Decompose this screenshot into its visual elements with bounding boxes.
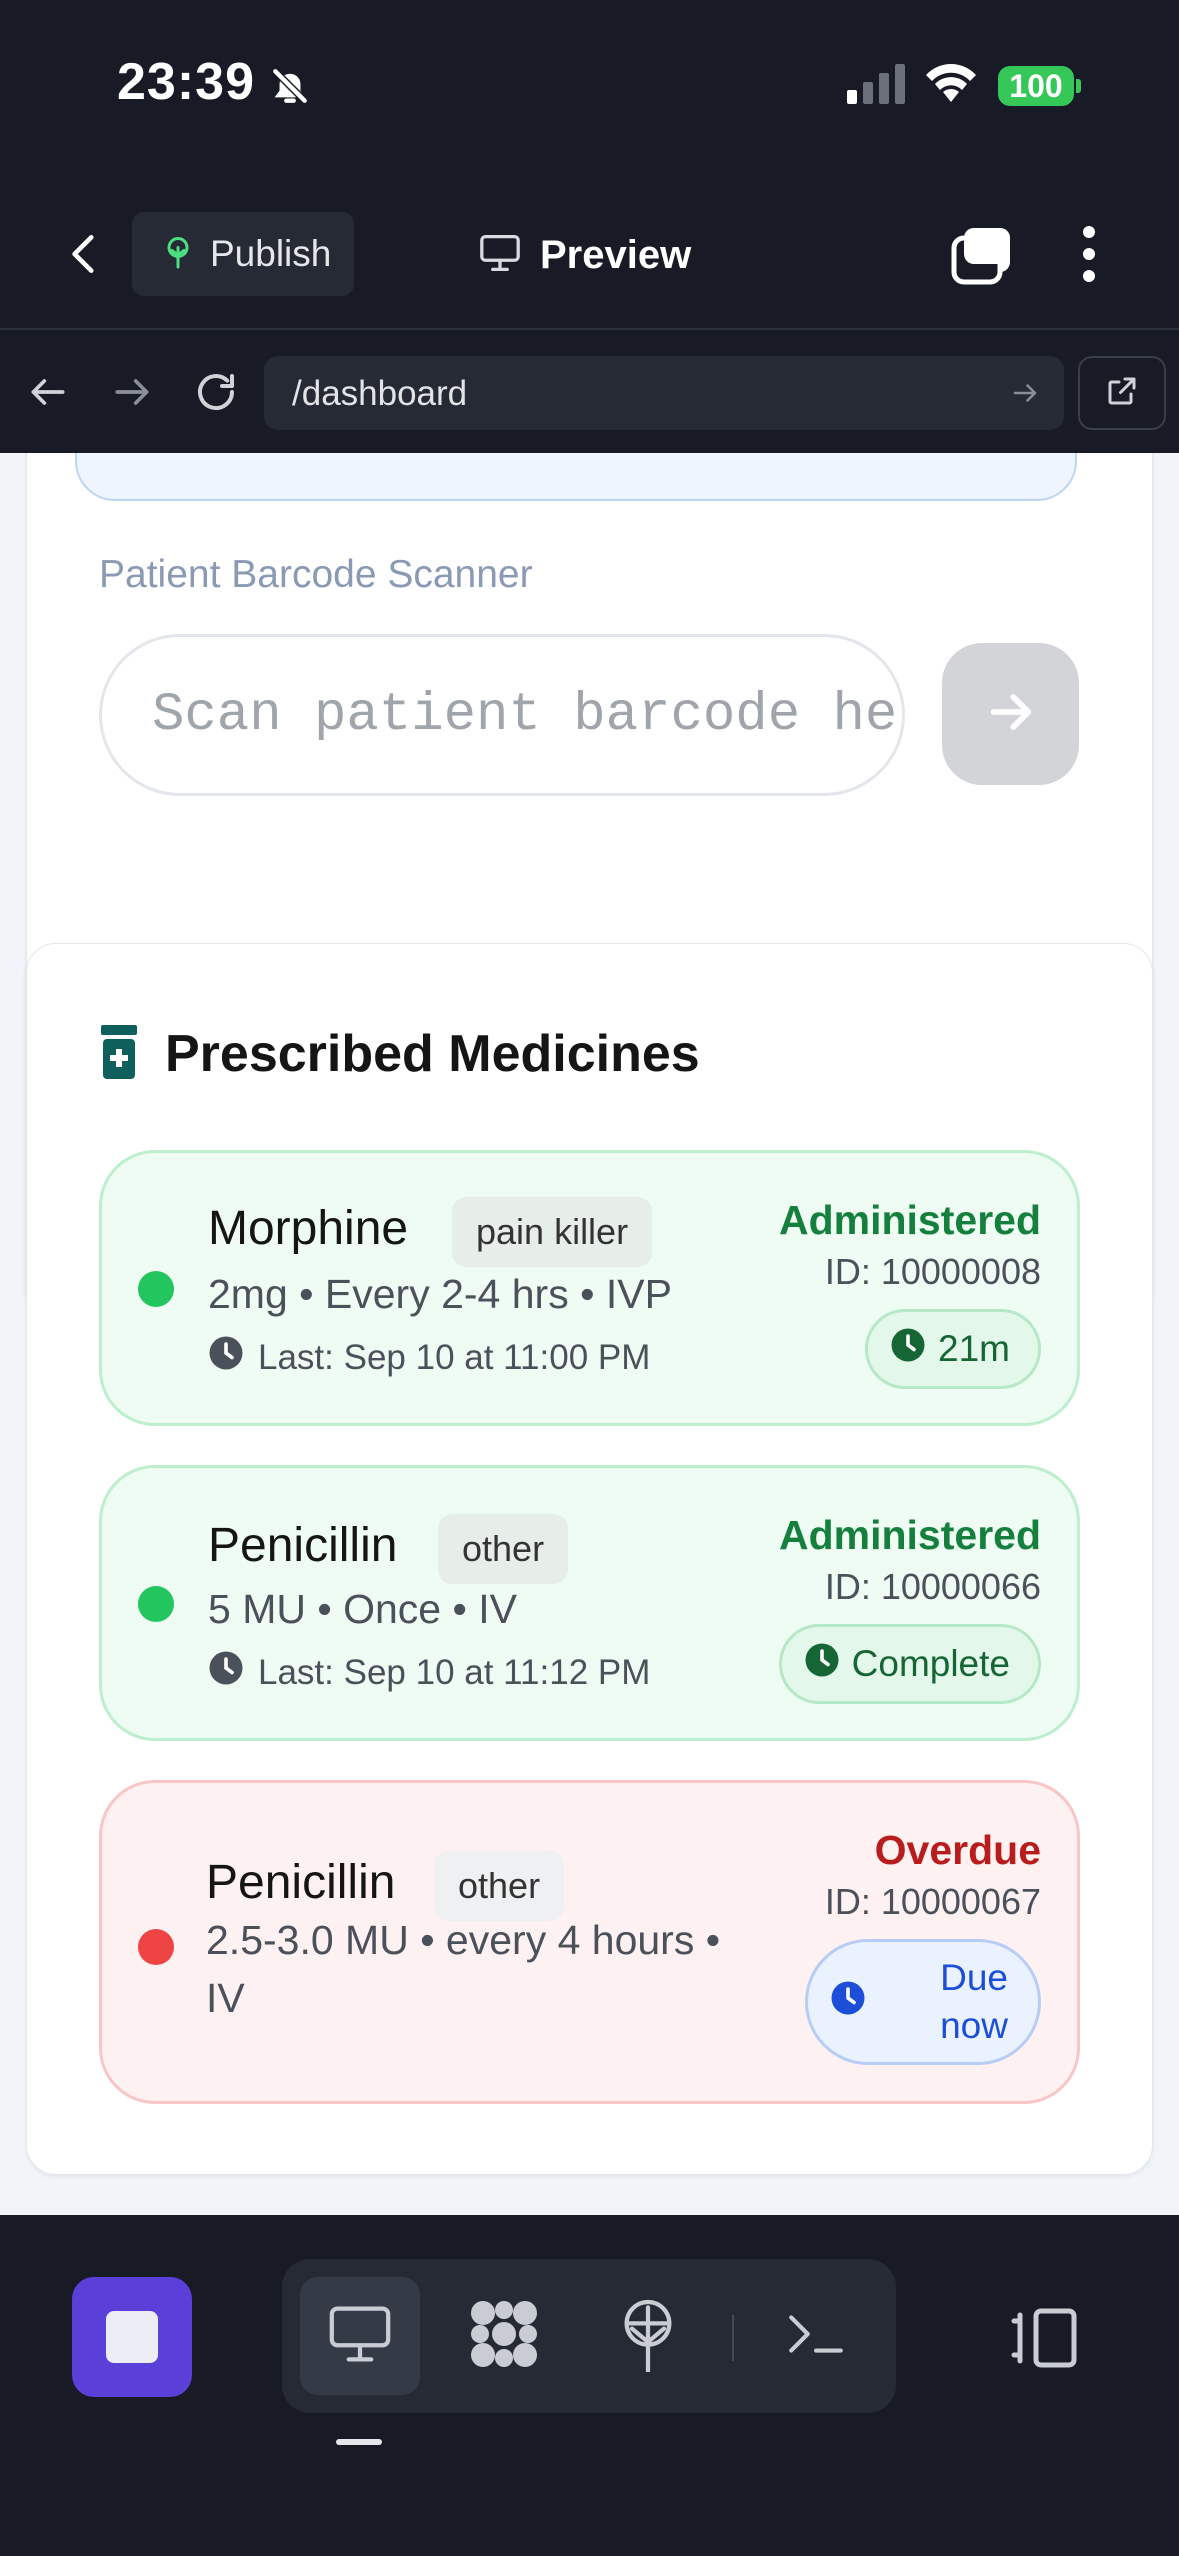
clock-icon — [208, 1335, 244, 1380]
url-field[interactable]: /dashboard — [264, 356, 1064, 430]
medicine-item[interactable]: Penicillin other 2.5-3.0 MU • every 4 ho… — [99, 1780, 1080, 2104]
clock-icon — [804, 1642, 840, 1687]
info-banner — [75, 453, 1077, 501]
monitor-icon — [325, 2303, 395, 2370]
last-administered: Last: Sep 10 at 11:00 PM — [208, 1335, 650, 1380]
medicines-title: Prescribed Medicines — [165, 1025, 700, 1083]
medicine-item[interactable]: Penicillin other 5 MU • Once • IV Last: … — [99, 1465, 1080, 1741]
active-tab-indicator — [336, 2439, 382, 2445]
bottom-bar — [0, 2215, 1179, 2556]
medicines-header: Prescribed Medicines — [99, 1024, 700, 1084]
terminal-icon — [785, 2309, 847, 2364]
pill-bottle-icon — [99, 1024, 139, 1084]
view-switcher — [282, 2259, 896, 2413]
publish-button[interactable]: Publish — [132, 212, 354, 296]
medicine-item[interactable]: Morphine pain killer 2mg • Every 2-4 hrs… — [99, 1150, 1080, 1426]
status-dot — [138, 1586, 174, 1622]
scan-submit-button[interactable] — [942, 643, 1079, 785]
open-external-icon — [1104, 373, 1140, 414]
battery-tip — [1076, 79, 1081, 93]
last-administered-text: Last: Sep 10 at 11:12 PM — [258, 1652, 651, 1692]
go-arrow-icon[interactable] — [1010, 378, 1040, 413]
medicine-name: Morphine — [208, 1202, 409, 1255]
medicine-dose-line2: IV — [206, 1975, 245, 2021]
url-text: /dashboard — [292, 374, 468, 413]
tab-publish[interactable] — [588, 2277, 708, 2395]
medicine-id: ID: 10000008 — [824, 1251, 1041, 1292]
due-now-line2: now — [940, 2005, 1008, 2046]
status-dot — [138, 1271, 174, 1307]
stop-button[interactable] — [72, 2277, 192, 2397]
medicine-name: Penicillin — [206, 1856, 396, 1909]
time-since-badge: 21m — [865, 1309, 1041, 1389]
publish-tree-icon — [160, 234, 196, 275]
complete-badge: Complete — [778, 1624, 1041, 1704]
clock-icon — [208, 1650, 244, 1695]
device-toggle-icon[interactable] — [1010, 2307, 1080, 2374]
preview-label: Preview — [540, 232, 692, 277]
arrow-right-icon — [985, 686, 1037, 743]
stop-icon — [106, 2311, 158, 2363]
open-external-button[interactable] — [1078, 356, 1166, 430]
medicine-id: ID: 10000066 — [824, 1566, 1041, 1607]
complete-text: Complete — [851, 1643, 1010, 1684]
due-now-badge: Due now — [805, 1939, 1041, 2065]
more-vertical-icon[interactable] — [1076, 224, 1102, 289]
tab-preview[interactable] — [300, 2277, 420, 2395]
status-dot — [138, 1929, 174, 1965]
last-administered-text: Last: Sep 10 at 11:00 PM — [258, 1337, 651, 1377]
battery-level: 100 — [998, 66, 1074, 106]
back-chevron-icon[interactable] — [60, 224, 110, 289]
preview-button[interactable]: Preview — [478, 218, 691, 292]
divider — [732, 2315, 734, 2361]
prescribed-medicines-card: Prescribed Medicines Morphine pain kille… — [26, 943, 1153, 2175]
monitor-icon — [478, 233, 522, 278]
clock-icon — [830, 1980, 866, 2025]
medicine-dose: 2.5-3.0 MU • every 4 hours • IV — [206, 1911, 720, 2027]
page-content: Patient Barcode Scanner Prescribed Medic… — [0, 453, 1179, 2215]
category-tag: pain killer — [452, 1197, 653, 1267]
scanner-label: Patient Barcode Scanner — [99, 553, 533, 596]
medicine-status: Administered — [779, 1512, 1041, 1558]
browser-url-bar: /dashboard — [0, 332, 1179, 453]
status-time: 23:39 — [117, 53, 255, 111]
category-tag: other — [438, 1514, 569, 1584]
last-administered: Last: Sep 10 at 11:12 PM — [208, 1650, 650, 1695]
medicine-dose: 2mg • Every 2-4 hrs • IVP — [208, 1271, 672, 1317]
tab-apps[interactable] — [444, 2277, 564, 2395]
apps-grid-icon — [466, 2296, 542, 2377]
clock-icon — [890, 1327, 926, 1372]
wifi-icon — [923, 62, 979, 109]
medicine-dose-line1: 2.5-3.0 MU • every 4 hours • — [206, 1917, 721, 1963]
arrow-right-icon[interactable] — [110, 370, 154, 419]
due-now-text: Due now — [940, 1954, 1008, 2050]
barcode-input[interactable] — [102, 637, 902, 793]
cellular-signal-icon — [845, 62, 907, 109]
medicine-dose: 5 MU • Once • IV — [208, 1586, 517, 1632]
publish-label: Publish — [210, 233, 332, 274]
due-now-line1: Due — [940, 1957, 1008, 1998]
reload-icon[interactable] — [192, 368, 240, 421]
publish-tree-icon — [616, 2296, 680, 2377]
barcode-input-wrapper — [99, 634, 905, 796]
bell-slash-icon — [268, 64, 312, 113]
medicine-name: Penicillin — [208, 1519, 398, 1572]
status-bar: 23:39 100 — [0, 0, 1179, 180]
app-toolbar: Publish Preview — [0, 180, 1179, 330]
medicine-status: Administered — [779, 1197, 1041, 1243]
arrow-left-icon[interactable] — [26, 370, 70, 419]
tab-console[interactable] — [756, 2277, 876, 2395]
time-since-text: 21m — [938, 1328, 1010, 1369]
medicine-id: ID: 10000067 — [824, 1881, 1041, 1922]
medicine-status: Overdue — [874, 1827, 1041, 1873]
tabs-icon[interactable] — [950, 224, 1014, 291]
